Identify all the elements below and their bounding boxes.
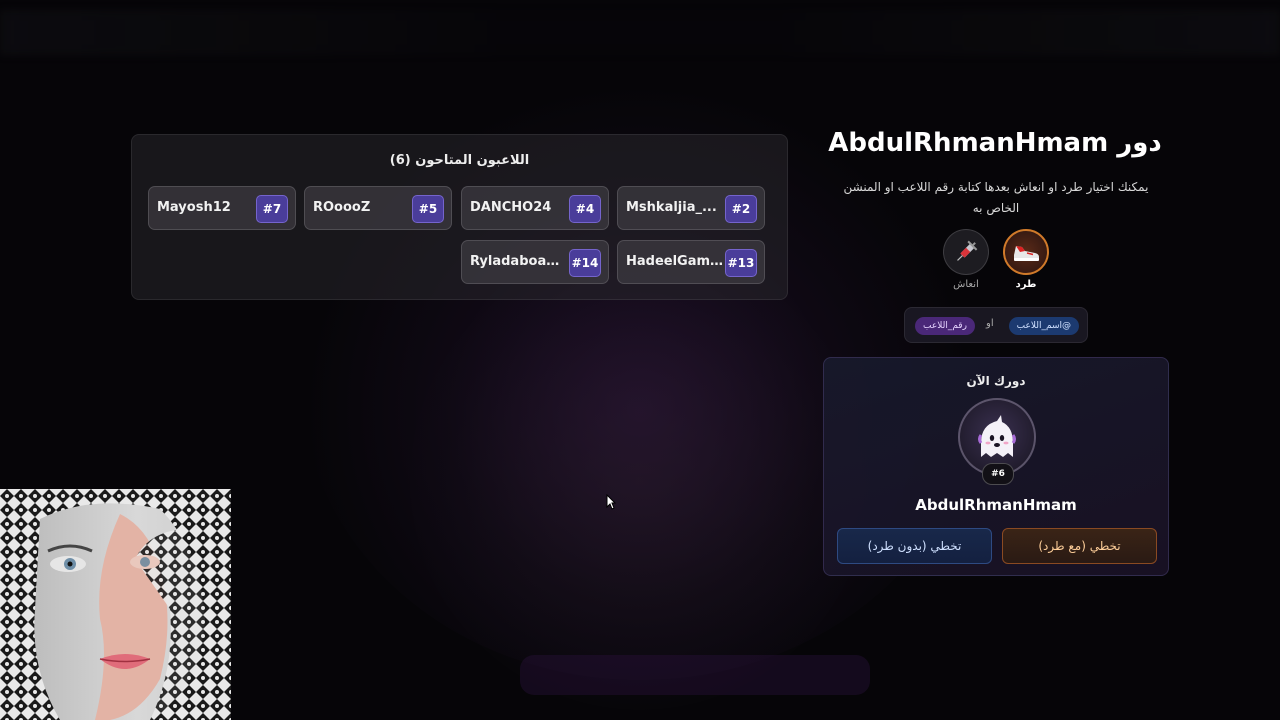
skip-without-kick-button[interactable]: تخطي (بدون طرد) (837, 528, 992, 564)
kick-label: طرد (1015, 279, 1037, 290)
turn-description: يمكنك اختيار طرد او انعاش بعدها كتابة رق… (843, 180, 1149, 215)
ghost-icon (978, 415, 1016, 457)
player-number-badge: #4 (569, 195, 601, 223)
player-card[interactable]: Mayosh12 #7 (148, 186, 296, 230)
available-players-panel: اللاعبون المتاحون (6) Mshkaljia_... #2 D… (131, 134, 788, 300)
turn-title: دور AbdulRhmanHmam (828, 128, 1162, 158)
player-number-badge: #13 (725, 249, 757, 277)
current-player-name: AbdulRhmanHmam (915, 496, 1077, 514)
player-number-badge: #7 (256, 195, 288, 223)
player-number-badge: #2 (725, 195, 757, 223)
skip-with-kick-button[interactable]: تخطي (مع طرد) (1002, 528, 1157, 564)
player-name: HadeelGami... (626, 254, 726, 269)
player-card[interactable]: Ryladaboam... #14 (461, 240, 609, 284)
background-wheel (410, 250, 870, 710)
player-card[interactable]: DANCHO24 #4 (461, 186, 609, 230)
player-name: ROoooZ (313, 200, 371, 215)
kick-action[interactable]: طرد (1001, 229, 1051, 290)
player-card[interactable]: HadeelGami... #13 (617, 240, 765, 284)
revive-label: انعاش (953, 279, 979, 290)
players-panel-title: اللاعبون المتاحون (6) (389, 153, 530, 168)
player-number-badge: #5 (412, 195, 444, 223)
player-name: Ryladaboam... (470, 254, 570, 269)
target-hint: @اسم_اللاعب او رقم_اللاعب (904, 307, 1088, 343)
webcam-overlay (0, 489, 231, 720)
sneaker-icon (1003, 229, 1049, 275)
player-card[interactable]: Mshkaljia_... #2 (617, 186, 765, 230)
syringe-icon (943, 229, 989, 275)
player-number-badge: #6 (982, 463, 1014, 485)
player-number-badge: #14 (569, 249, 601, 277)
number-pill: رقم_اللاعب (915, 317, 975, 335)
current-turn-label: دورك الآن (966, 374, 1026, 388)
mention-pill: @اسم_اللاعب (1008, 317, 1079, 335)
player-name: Mshkaljia_... (626, 200, 717, 215)
player-card[interactable]: ROoooZ #5 (304, 186, 452, 230)
current-turn-card: دورك الآن #6 AbdulRhmanHmam تخطي (مع طرد… (823, 357, 1169, 576)
revive-action[interactable]: انعاش (941, 229, 991, 290)
background-bar (520, 655, 870, 695)
blurred-top-bar (0, 10, 1280, 55)
mouse-cursor-icon (606, 493, 617, 514)
or-text: او (986, 318, 994, 329)
player-name: DANCHO24 (470, 200, 552, 215)
player-name: Mayosh12 (157, 200, 231, 215)
